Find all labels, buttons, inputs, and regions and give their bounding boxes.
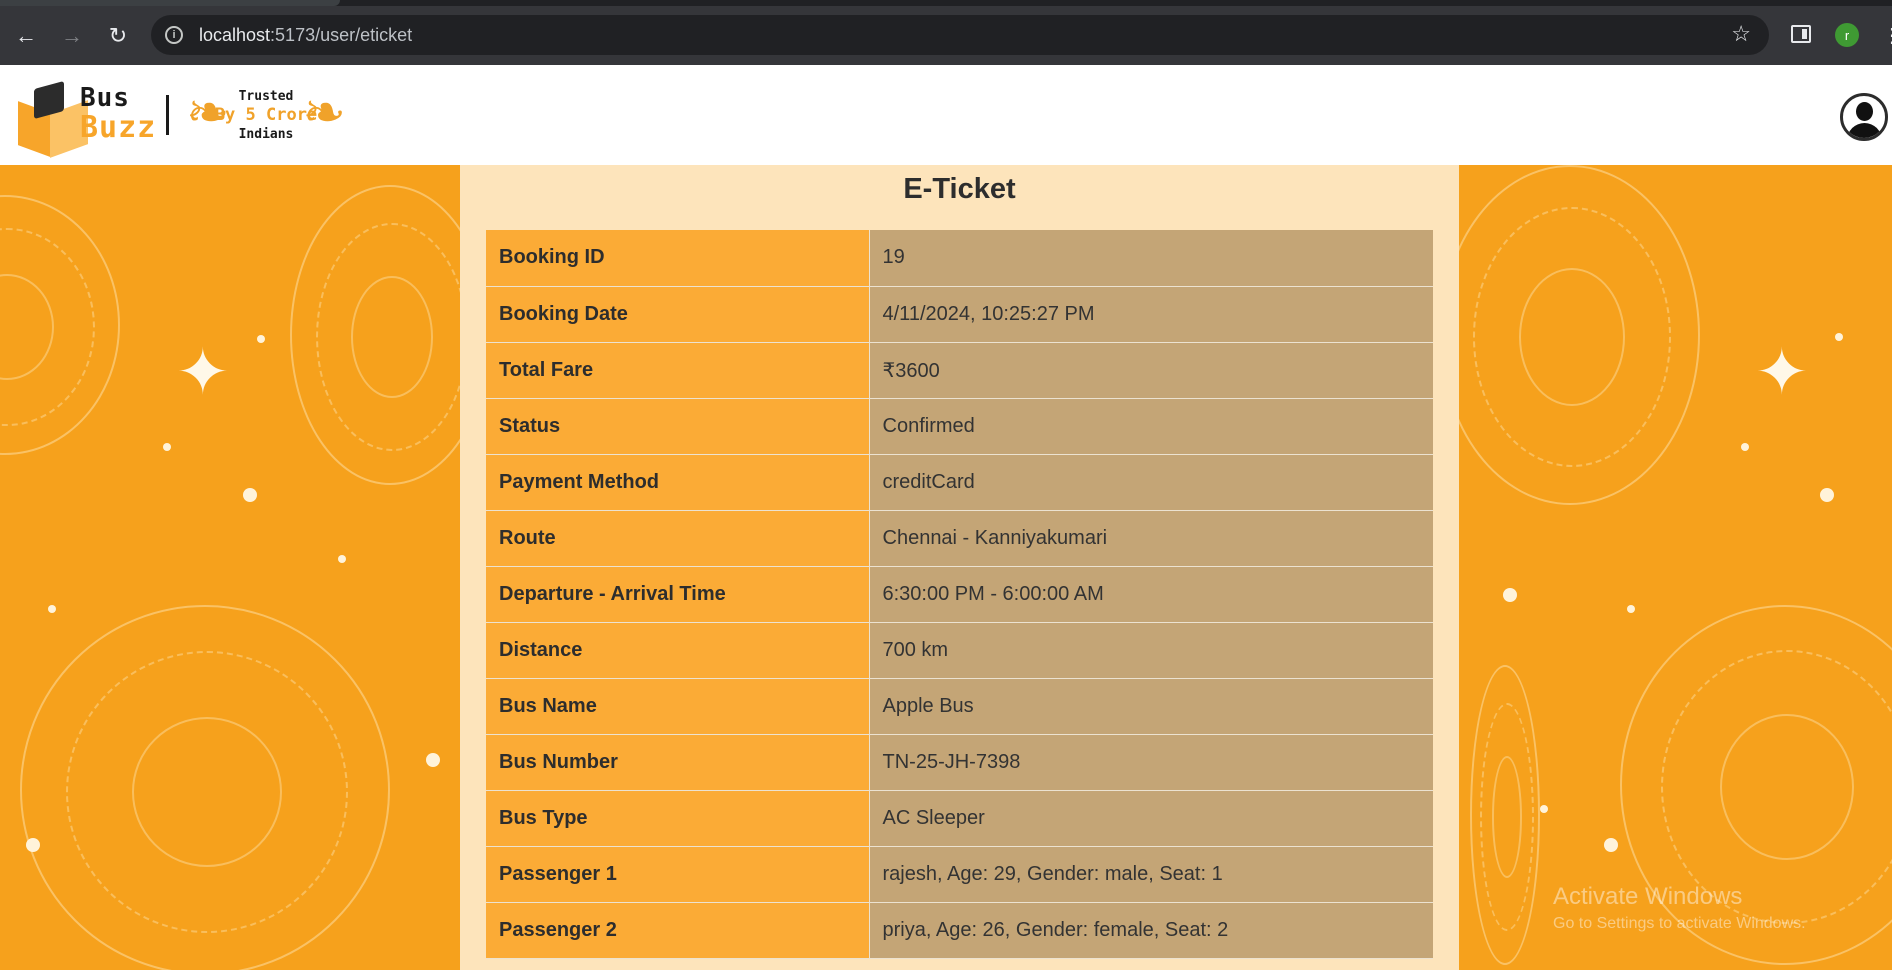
watermark-subtitle: Go to Settings to activate Windows. <box>1553 915 1806 932</box>
bookmark-star-icon[interactable]: ☆ <box>1731 21 1751 47</box>
url-text[interactable]: localhost:5173/user/eticket <box>199 25 412 46</box>
sparkle-icon: ✦ <box>1755 336 1809 408</box>
decor-dot <box>163 443 171 451</box>
mandala-decoration <box>20 605 390 970</box>
browser-menu-icon[interactable]: ⋮ <box>1882 24 1892 48</box>
logo-divider <box>166 95 169 135</box>
decor-dot <box>48 605 56 613</box>
page-title: E-Ticket <box>903 173 1016 205</box>
badge-line-1: Trusted <box>238 89 294 104</box>
avatar-head <box>1856 102 1873 121</box>
decor-dot <box>1741 443 1749 451</box>
decor-dot <box>1835 333 1843 341</box>
table-row: Bus Name Apple Bus <box>486 678 1433 735</box>
decor-dot <box>1503 588 1517 602</box>
logo-word-buzz: Buzz <box>80 110 157 145</box>
payment-method-value: creditCard <box>869 454 1433 511</box>
bus-number-value: TN-25-JH-7398 <box>869 734 1433 791</box>
route-label: Route <box>486 510 870 567</box>
departure-arrival-value: 6:30:00 PM - 6:00:00 AM <box>869 566 1433 623</box>
table-row: Bus Number TN-25-JH-7398 <box>486 734 1433 791</box>
browser-profile-avatar[interactable]: r <box>1835 23 1859 47</box>
decor-dot <box>1820 488 1834 502</box>
decor-dot <box>338 555 346 563</box>
bus-name-label: Bus Name <box>486 678 870 735</box>
total-fare-value: ₹3600 <box>869 342 1433 399</box>
decor-dot <box>26 838 40 852</box>
route-value: Chennai - Kanniyakumari <box>869 510 1433 567</box>
browser-toolbar: ← → ↻ i localhost:5173/user/eticket ☆ r … <box>0 6 1892 65</box>
table-row: Total Fare ₹3600 <box>486 342 1433 399</box>
passenger-1-value: rajesh, Age: 29, Gender: male, Seat: 1 <box>869 846 1433 903</box>
bus-type-label: Bus Type <box>486 790 870 847</box>
eticket-panel: E-Ticket Booking ID 19 Booking Date 4/11/2… <box>460 165 1459 970</box>
table-row: Booking ID 19 <box>486 230 1433 287</box>
departure-arrival-label: Departure - Arrival Time <box>486 566 870 623</box>
table-row: Booking Date 4/11/2024, 10:25:27 PM <box>486 286 1433 343</box>
passenger-2-value: priya, Age: 26, Gender: female, Seat: 2 <box>869 902 1433 959</box>
table-row: Bus Type AC Sleeper <box>486 790 1433 847</box>
logo-word-bus: Bus <box>80 83 130 113</box>
bus-type-value: AC Sleeper <box>869 790 1433 847</box>
site-info-icon[interactable]: i <box>165 26 183 44</box>
url-path: :5173/user/eticket <box>270 24 413 45</box>
forward-icon[interactable]: → <box>52 16 92 56</box>
decor-dot <box>1540 805 1548 813</box>
address-bar[interactable]: i localhost:5173/user/eticket ☆ <box>151 15 1769 55</box>
mandala-decoration <box>1440 165 1700 505</box>
booking-id-value: 19 <box>869 230 1433 287</box>
bus-name-value: Apple Bus <box>869 678 1433 735</box>
passenger-2-label: Passenger 2 <box>486 902 870 959</box>
side-panel-icon[interactable] <box>1791 25 1811 43</box>
badge-line-2: By 5 Crore <box>214 105 318 125</box>
url-host: localhost <box>199 24 271 45</box>
payment-method-label: Payment Method <box>486 454 870 511</box>
table-row: Passenger 2 priya, Age: 26, Gender: femal… <box>486 902 1433 959</box>
decor-dot <box>257 335 265 343</box>
table-row: Status Confirmed <box>486 398 1433 455</box>
table-row: Distance 700 km <box>486 622 1433 679</box>
passenger-1-label: Passenger 1 <box>486 846 870 903</box>
decor-dot <box>243 488 257 502</box>
back-icon[interactable]: ← <box>6 16 46 56</box>
bus-number-label: Bus Number <box>486 734 870 791</box>
sparkle-icon: ✦ <box>176 336 230 408</box>
ticket-details-table: Booking ID 19 Booking Date 4/11/2024, 10:2… <box>486 230 1433 959</box>
reload-icon[interactable]: ↻ <box>98 16 138 56</box>
site-header: Bus Buzz ❧ ❧ Trusted By 5 Crore Indians <box>0 65 1892 165</box>
watermark-title: Activate Windows <box>1553 883 1743 910</box>
decor-dot <box>1604 838 1618 852</box>
table-row: Passenger 1 rajesh, Age: 29, Gender: male… <box>486 846 1433 903</box>
booking-id-label: Booking ID <box>486 230 870 287</box>
mandala-decoration <box>1470 665 1540 965</box>
windows-activation-watermark: Activate Windows Go to Settings to activ… <box>1553 883 1806 933</box>
badge-line-3: Indians <box>238 127 294 142</box>
distance-label: Distance <box>486 622 870 679</box>
table-row: Route Chennai - Kanniyakumari <box>486 510 1433 567</box>
decor-dot <box>1627 605 1635 613</box>
total-fare-label: Total Fare <box>486 342 870 399</box>
decor-dot <box>426 753 440 767</box>
trusted-badge: ❧ ❧ Trusted By 5 Crore Indians <box>186 77 346 153</box>
table-row: Departure - Arrival Time 6:30:00 PM - 6:0… <box>486 566 1433 623</box>
distance-value: 700 km <box>869 622 1433 679</box>
user-avatar-icon[interactable] <box>1840 93 1888 141</box>
busbuzz-logo[interactable]: Bus Buzz ❧ ❧ Trusted By 5 Crore Indians <box>16 73 346 158</box>
status-value: Confirmed <box>869 398 1433 455</box>
status-label: Status <box>486 398 870 455</box>
booking-date-label: Booking Date <box>486 286 870 343</box>
booking-date-value: 4/11/2024, 10:25:27 PM <box>869 286 1433 343</box>
mandala-decoration <box>0 195 120 455</box>
table-row: Payment Method creditCard <box>486 454 1433 511</box>
avatar-shoulders <box>1847 123 1882 138</box>
